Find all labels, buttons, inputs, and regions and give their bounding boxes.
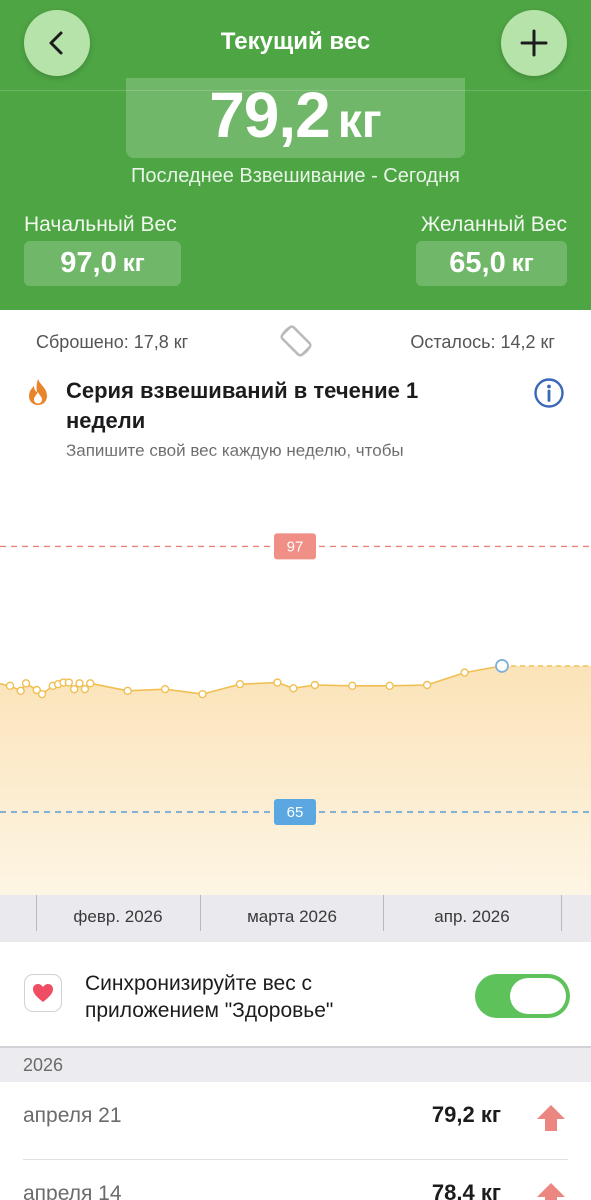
weight-point[interactable] — [198, 689, 207, 699]
goal-weight-unit: кг — [511, 249, 534, 277]
current-weight: 79,2 кг — [0, 78, 591, 152]
toggle-knob — [510, 978, 566, 1014]
weight-point[interactable] — [310, 680, 320, 690]
arrow-up-icon — [537, 1105, 565, 1131]
chart-time-axis[interactable]: февр. 2026 марта 2026 апр. 2026 — [0, 895, 591, 942]
weight-chart-svg: 97 65 — [0, 533, 591, 895]
weight-point[interactable] — [75, 679, 84, 688]
weight-point[interactable] — [64, 678, 74, 687]
weight-point[interactable] — [385, 681, 394, 691]
weight-point[interactable] — [422, 680, 432, 690]
current-weight-point[interactable] — [495, 659, 509, 673]
history-row[interactable]: апреля 14 78,4 кг — [0, 1160, 591, 1200]
weight-point[interactable] — [123, 686, 132, 696]
axis-month-mar: марта 2026 — [247, 907, 337, 926]
health-sync-label: Синхронизируйте вес с приложением "Здоро… — [85, 972, 334, 1022]
start-weight-badge-label: 97 — [287, 538, 304, 555]
start-weight-value: 97,0 — [60, 247, 117, 279]
start-weight-pill[interactable]: 97,0 кг — [24, 241, 181, 286]
history-weight: 79,2 кг — [431, 1102, 501, 1127]
weight-point[interactable] — [348, 681, 357, 691]
weight-point[interactable] — [160, 684, 170, 694]
add-weight-button[interactable] — [501, 10, 567, 76]
weight-remaining-stat: Осталось: 14,2 кг — [410, 332, 555, 352]
streak-fade — [0, 452, 591, 476]
history-weight: 78,4 кг — [431, 1180, 501, 1200]
goal-weight-label: Желанный Вес — [420, 213, 567, 236]
weight-point[interactable] — [289, 684, 298, 693]
start-weight-label: Начальный Вес — [24, 213, 177, 236]
weight-area-fill — [0, 665, 591, 895]
history-year-header: 2026 — [0, 1046, 591, 1082]
history-date: апреля 21 — [23, 1104, 122, 1127]
weight-point[interactable] — [86, 679, 95, 688]
weight-point[interactable] — [69, 684, 79, 694]
axis-tick — [561, 895, 562, 931]
weight-summary-header: 79,2 кг Текущий вес Последнее Взвешивание… — [0, 0, 591, 310]
info-icon[interactable] — [533, 377, 565, 414]
axis-tick — [200, 895, 201, 931]
health-sync-row: Синхронизируйте вес с приложением "Здоро… — [0, 942, 591, 1046]
flame-icon — [26, 378, 50, 411]
weight-point[interactable] — [460, 668, 469, 677]
plus-icon — [520, 29, 548, 57]
goal-weight-badge-label: 65 — [287, 804, 304, 821]
goal-weight-pill[interactable]: 65,0 кг — [416, 241, 567, 286]
rotate-screen-icon[interactable] — [277, 322, 315, 365]
axis-tick — [36, 895, 37, 931]
weight-point[interactable] — [80, 684, 90, 694]
weight-point[interactable] — [16, 686, 25, 696]
weight-point[interactable] — [37, 689, 47, 699]
current-weight-value: 79,2 — [209, 79, 331, 151]
weight-point[interactable] — [5, 681, 15, 691]
weight-lost-stat: Сброшено: 17,8 кг — [36, 332, 189, 352]
goal-weight-value: 65,0 — [449, 247, 506, 279]
heart-icon — [33, 984, 53, 1002]
current-weight-unit: кг — [337, 95, 382, 148]
weight-point[interactable] — [21, 679, 31, 688]
history-row[interactable]: апреля 21 79,2 кг — [0, 1082, 591, 1160]
streak-title: Серия взвешиваний в течение 1 недели — [66, 378, 419, 433]
history-year-label: 2026 — [23, 1055, 64, 1075]
weight-chart[interactable]: 97 65 — [0, 480, 591, 895]
health-sync-toggle[interactable] — [475, 974, 570, 1018]
weight-point[interactable] — [235, 679, 245, 689]
history-date: апреля 14 — [23, 1182, 122, 1200]
axis-month-apr: апр. 2026 — [434, 907, 510, 926]
health-app-icon — [24, 974, 62, 1012]
axis-tick — [383, 895, 384, 931]
last-weigh-in-label: Последнее Взвешивание - Сегодня — [131, 165, 460, 187]
arrow-up-icon — [537, 1183, 565, 1200]
weight-point[interactable] — [273, 678, 282, 687]
start-weight-unit: кг — [122, 249, 145, 277]
axis-month-feb: февр. 2026 — [73, 907, 163, 926]
